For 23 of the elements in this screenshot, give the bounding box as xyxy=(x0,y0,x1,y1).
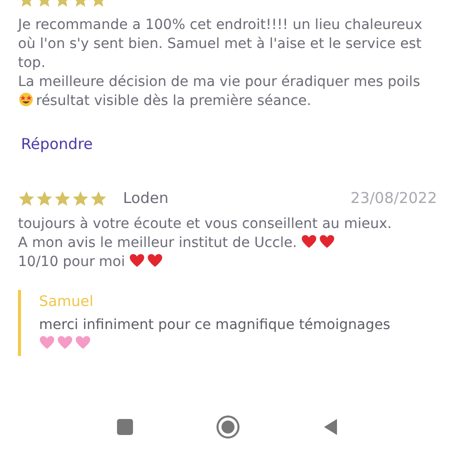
heart-icon xyxy=(146,253,163,268)
reply-link[interactable]: Répondre xyxy=(21,135,93,153)
heart-icon xyxy=(57,335,73,350)
review-text: La meilleure décision de ma vie pour éradiquer mes poils xyxy=(18,74,420,90)
reviewer-name: Loden xyxy=(123,189,169,207)
review-text: moi xyxy=(98,254,125,270)
heart-icon xyxy=(75,335,91,350)
back-button-icon[interactable] xyxy=(322,418,340,436)
review-text: toujours à votre écoute et vous conseillent au mieux. xyxy=(18,216,392,232)
review-text: 10/10 pour xyxy=(18,254,95,270)
review-date: 23/08/2022 xyxy=(350,189,437,207)
heart-icon xyxy=(300,234,317,249)
review-text: A mon avis le meilleur institut de Uccle. xyxy=(18,235,297,251)
heart-icon xyxy=(128,253,145,268)
home-button-icon[interactable] xyxy=(216,415,240,439)
star-eyes-emoji-icon xyxy=(18,92,34,107)
recents-button-icon[interactable] xyxy=(116,418,134,436)
review-text: Je recommande a 100% cet endroit!!!! un lieu chaleureux où l'on s'y sent bien. Samuel met à l'aise et le service est top. xyxy=(18,17,422,71)
review-text: résultat visible dès la première séance. xyxy=(36,93,312,109)
heart-icon xyxy=(318,234,335,249)
response-text: merci infiniment pour ce magnifique témoignages xyxy=(39,317,390,333)
responder-name: Samuel xyxy=(39,294,94,310)
heart-icon xyxy=(39,335,55,350)
